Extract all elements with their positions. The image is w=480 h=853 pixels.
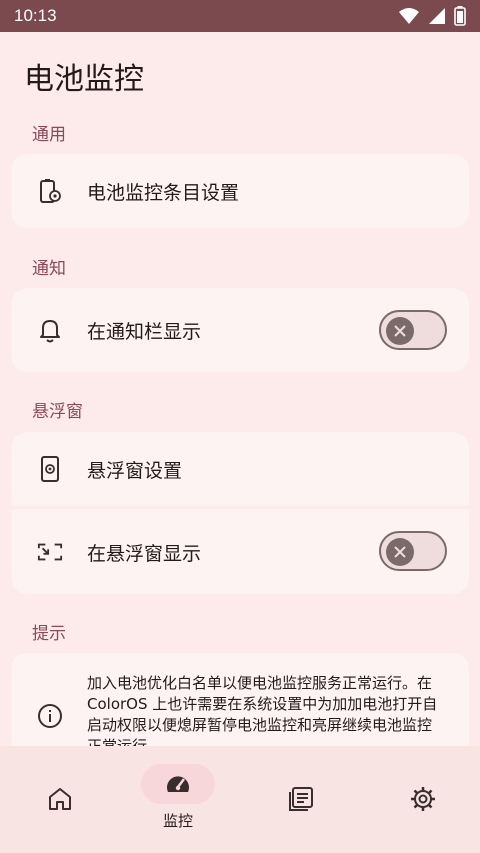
item-label: 在通知栏显示 <box>87 321 202 343</box>
section-header-notification: 通知 <box>32 259 66 279</box>
toggle-thumb <box>386 538 414 566</box>
section-header-general: 通用 <box>32 125 66 145</box>
item-label: 在悬浮窗显示 <box>87 543 202 565</box>
battery-icon <box>454 6 466 26</box>
item-show-in-notification[interactable]: 在通知栏显示 <box>11 288 469 372</box>
card-tips: 加入电池优化白名单以便电池监控服务正常运行。在 ColorOS 上也许需要在系统… <box>11 653 469 746</box>
bottom-navigation: 监控 <box>0 746 480 853</box>
battery-settings-icon <box>37 178 63 204</box>
home-icon <box>49 788 71 810</box>
toggle-thumb <box>386 317 414 345</box>
nav-item-records[interactable] <box>241 746 361 853</box>
nav-item-home[interactable] <box>0 746 120 853</box>
nav-label-monitor: 监控 <box>162 812 193 830</box>
section-header-floating-window: 悬浮窗 <box>32 402 83 422</box>
list-icon <box>289 787 313 811</box>
status-icons <box>398 6 466 26</box>
nav-item-settings[interactable] <box>363 746 480 853</box>
tips-text: 加入电池优化白名单以便电池监控服务正常运行。在 ColorOS 上也许需要在系统… <box>87 674 438 746</box>
info-icon <box>37 703 63 729</box>
item-label: 电池监控条目设置 <box>87 182 240 204</box>
card-floating-window-settings: 悬浮窗设置 <box>11 432 469 506</box>
status-bar: 10:13 <box>0 0 480 32</box>
bell-icon <box>37 317 63 343</box>
picture-in-picture-icon <box>37 539 63 565</box>
speedometer-icon <box>167 776 189 792</box>
item-floating-window-settings[interactable]: 悬浮窗设置 <box>11 432 469 506</box>
item-show-in-floating-window[interactable]: 在悬浮窗显示 <box>11 509 469 594</box>
card-notification: 在通知栏显示 <box>11 288 469 372</box>
close-icon <box>394 546 406 558</box>
signal-icon <box>429 8 445 24</box>
nav-item-monitor[interactable]: 监控 <box>118 746 238 853</box>
floating-window-toggle[interactable] <box>379 531 447 571</box>
card-floating-window-toggle: 在悬浮窗显示 <box>11 509 469 594</box>
page-title: 电池监控 <box>24 62 144 97</box>
status-time: 10:13 <box>14 6 57 25</box>
gear-icon <box>411 787 435 811</box>
item-battery-monitor-settings[interactable]: 电池监控条目设置 <box>11 154 469 228</box>
item-label: 悬浮窗设置 <box>87 460 183 482</box>
section-header-tips: 提示 <box>32 624 66 644</box>
card-general: 电池监控条目设置 <box>11 154 469 228</box>
close-icon <box>394 325 406 337</box>
notification-toggle[interactable] <box>379 310 447 350</box>
wifi-icon <box>399 8 419 24</box>
nav-selected-indicator <box>141 764 215 804</box>
phone-settings-icon <box>37 456 63 482</box>
